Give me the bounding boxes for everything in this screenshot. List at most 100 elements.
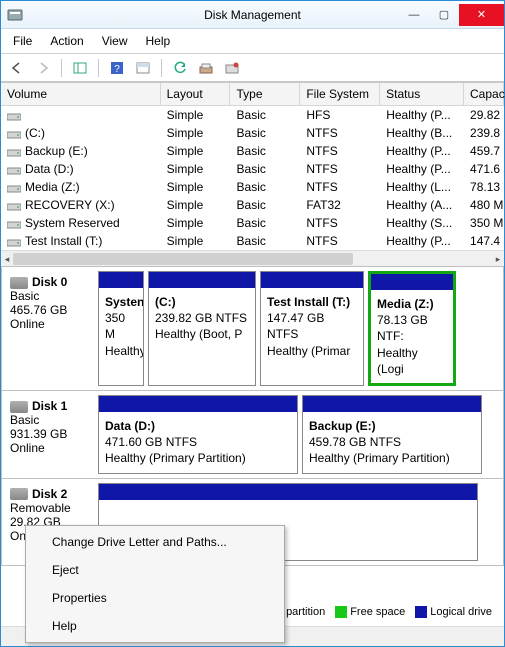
partition-size: 350 M xyxy=(105,311,125,341)
drive-icon xyxy=(7,165,21,175)
partition-stripe xyxy=(99,272,143,288)
refresh-icon[interactable] xyxy=(170,58,190,78)
volume-name: Data (D:) xyxy=(25,162,74,176)
cm-change-drive-letter[interactable]: Change Drive Letter and Paths... xyxy=(28,528,282,556)
partition-stripe xyxy=(99,484,477,500)
volume-row[interactable]: System ReservedSimpleBasicNTFSHealthy (S… xyxy=(1,214,504,232)
disk-partitions: Systen350 MHealthy(C:)239.82 GB NTFSHeal… xyxy=(98,271,499,386)
volume-hscroll[interactable]: ◂ ▸ xyxy=(1,250,504,266)
disk-state: Online xyxy=(10,317,92,331)
back-icon[interactable] xyxy=(7,58,27,78)
volume-capacity: 239.8 xyxy=(464,124,504,142)
drive-icon xyxy=(7,111,21,121)
volume-capacity: 147.4 xyxy=(464,232,504,250)
partition[interactable]: Media (Z:)78.13 GB NTF:Healthy (Logi xyxy=(368,271,456,386)
forward-icon[interactable] xyxy=(33,58,53,78)
partition-size: 471.60 GB NTFS xyxy=(105,435,197,449)
drive-icon xyxy=(7,219,21,229)
partition-title: Test Install (T:) xyxy=(267,295,350,309)
col-capacity[interactable]: Capac xyxy=(464,83,504,105)
help-icon[interactable]: ? xyxy=(107,58,127,78)
rescan-icon[interactable] xyxy=(196,58,216,78)
partition-stripe xyxy=(99,396,297,412)
disk-row: Disk 0Basic465.76 GBOnline Systen 350 M Hea… xyxy=(1,266,504,391)
volume-layout: Simple xyxy=(161,232,231,250)
partition-stripe xyxy=(303,396,481,412)
volume-row[interactable]: RECOVERY (X:)SimpleBasicFAT32Healthy (A.… xyxy=(1,196,504,214)
drive-icon xyxy=(7,183,21,193)
close-button[interactable]: ✕ xyxy=(459,4,504,26)
scroll-thumb[interactable] xyxy=(13,253,353,265)
view-top-icon[interactable] xyxy=(133,58,153,78)
volume-type: Basic xyxy=(231,124,301,142)
volume-status: Healthy (A... xyxy=(380,196,464,214)
cm-help[interactable]: Help xyxy=(28,612,282,640)
volume-status: Healthy (P... xyxy=(380,232,464,250)
volume-layout: Simple xyxy=(161,106,231,124)
scroll-right-icon[interactable]: ▸ xyxy=(492,251,504,267)
disk-info[interactable]: Disk 0Basic465.76 GBOnline xyxy=(6,271,98,386)
col-status[interactable]: Status xyxy=(380,83,464,105)
cm-eject[interactable]: Eject xyxy=(28,556,282,584)
volume-layout: Simple xyxy=(161,160,231,178)
volume-row[interactable]: Media (Z:)SimpleBasicNTFSHealthy (L...78… xyxy=(1,178,504,196)
volume-name: Test Install (T:) xyxy=(25,234,102,248)
partition[interactable]: Test Install (T:)147.47 GB NTFSHealthy (… xyxy=(260,271,364,386)
drive-icon xyxy=(7,147,21,157)
context-menu: Change Drive Letter and Paths... Eject P… xyxy=(25,525,285,643)
panel-icon[interactable] xyxy=(70,58,90,78)
maximize-button[interactable]: ▢ xyxy=(429,4,459,26)
volume-status: Healthy (S... xyxy=(380,214,464,232)
menu-view[interactable]: View xyxy=(94,31,136,51)
partition-status: Healthy (Logi xyxy=(377,346,418,376)
disk-name: Disk 1 xyxy=(32,399,67,413)
volume-row[interactable]: SimpleBasicHFSHealthy (P...29.82 xyxy=(1,106,504,124)
disk-state: Online xyxy=(10,441,92,455)
drive-icon xyxy=(7,201,21,211)
menu-file[interactable]: File xyxy=(5,31,40,51)
menu-help[interactable]: Help xyxy=(138,31,179,51)
volume-capacity: 471.6 xyxy=(464,160,504,178)
partition-title: Backup (E:) xyxy=(309,419,376,433)
col-type[interactable]: Type xyxy=(230,83,300,105)
partition[interactable]: Systen350 MHealthy xyxy=(98,271,144,386)
menu-action[interactable]: Action xyxy=(42,31,91,51)
properties-icon[interactable] xyxy=(222,58,242,78)
volume-type: Basic xyxy=(231,106,301,124)
cm-properties[interactable]: Properties xyxy=(28,584,282,612)
volume-row[interactable]: Data (D:)SimpleBasicNTFSHealthy (P...471… xyxy=(1,160,504,178)
partition-status: Healthy (Boot, P xyxy=(155,327,242,341)
disk-icon xyxy=(10,277,28,289)
volume-row[interactable]: Test Install (T:)SimpleBasicNTFSHealthy … xyxy=(1,232,504,250)
volume-list-header: Volume Layout Type File System Status Ca… xyxy=(1,83,504,106)
partition-title: Data (D:) xyxy=(105,419,155,433)
disk-size: 931.39 GB xyxy=(10,427,92,441)
partition[interactable]: Backup (E:)459.78 GB NTFSHealthy (Primar… xyxy=(302,395,482,474)
volume-row[interactable]: (C:)SimpleBasicNTFSHealthy (B...239.8 xyxy=(1,124,504,142)
partition-size: 239.82 GB NTFS xyxy=(155,311,247,325)
volume-layout: Simple xyxy=(161,142,231,160)
disk-icon xyxy=(10,401,28,413)
volume-fs: FAT32 xyxy=(300,196,380,214)
volume-status: Healthy (L... xyxy=(380,178,464,196)
drive-icon xyxy=(7,129,21,139)
volume-status: Healthy (P... xyxy=(380,160,464,178)
minimize-button[interactable]: — xyxy=(399,4,429,26)
col-filesystem[interactable]: File System xyxy=(300,83,380,105)
col-layout[interactable]: Layout xyxy=(161,83,231,105)
disk-row: Disk 1Basic931.39 GBOnline Data (D:) 471.6… xyxy=(1,391,504,479)
volume-row[interactable]: Backup (E:)SimpleBasicNTFSHealthy (P...4… xyxy=(1,142,504,160)
partition[interactable]: Data (D:)471.60 GB NTFSHealthy (Primary … xyxy=(98,395,298,474)
partition[interactable]: (C:)239.82 GB NTFSHealthy (Boot, P xyxy=(148,271,256,386)
volume-status: Healthy (B... xyxy=(380,124,464,142)
partition-title: Systen xyxy=(105,295,144,309)
volume-type: Basic xyxy=(231,196,301,214)
scroll-left-icon[interactable]: ◂ xyxy=(1,251,13,267)
titlebar: Disk Management — ▢ ✕ xyxy=(1,1,504,29)
volume-name: Backup (E:) xyxy=(25,144,88,158)
disk-info[interactable]: Disk 1Basic931.39 GBOnline xyxy=(6,395,98,474)
volume-layout: Simple xyxy=(161,178,231,196)
col-volume[interactable]: Volume xyxy=(1,83,161,105)
disk-kind: Basic xyxy=(10,289,92,303)
volume-capacity: 459.7 xyxy=(464,142,504,160)
